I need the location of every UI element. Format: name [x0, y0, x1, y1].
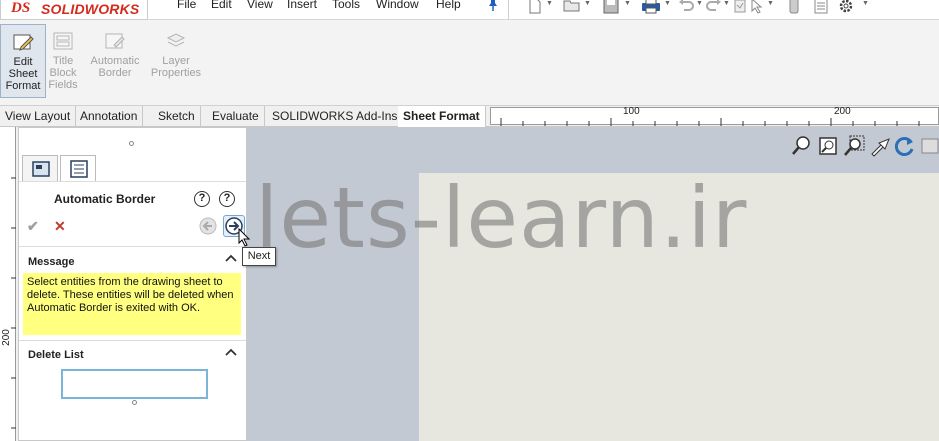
automatic-border-icon: [104, 30, 126, 52]
button-label-line: Automatic: [90, 55, 140, 67]
tab-evaluate[interactable]: Evaluate: [207, 106, 265, 127]
select-icon[interactable]: [750, 0, 764, 14]
tab-feature-manager[interactable]: [22, 155, 58, 182]
button-label-line: Layer: [162, 55, 190, 67]
button-label-line: Sheet: [8, 68, 38, 80]
cancel-button[interactable]: ✕: [54, 218, 66, 235]
list-resize-grip[interactable]: [132, 400, 137, 405]
ruler-ticks: [500, 118, 920, 126]
zoom-to-area-icon[interactable]: [817, 135, 839, 157]
pin-menu-icon[interactable]: [486, 0, 500, 15]
title-bar: DS SOLIDWORKS File Edit View Insert Tool…: [0, 0, 939, 20]
traffic-light-icon[interactable]: [789, 0, 799, 14]
menu-insert[interactable]: Insert: [287, 0, 317, 11]
button-label-line: Edit: [13, 56, 33, 68]
redo-icon[interactable]: [706, 0, 722, 14]
settings-gear-icon[interactable]: [838, 0, 854, 14]
automatic-border-button[interactable]: Automatic Border: [86, 24, 144, 98]
rebuild-icon[interactable]: [733, 0, 747, 14]
chevron-down-icon[interactable]: ▼: [862, 0, 869, 7]
open-icon[interactable]: [563, 0, 581, 14]
chevron-up-icon[interactable]: [225, 252, 237, 266]
ruler-label-200: 200: [0, 329, 12, 346]
whats-wrong-help-icon[interactable]: ?: [194, 191, 210, 207]
divider: [19, 340, 246, 341]
panel-resize-grip[interactable]: [129, 141, 134, 146]
ok-button[interactable]: ✔: [27, 218, 39, 235]
zoom-to-fit-icon[interactable]: [791, 135, 813, 157]
menu-tools[interactable]: Tools: [332, 0, 360, 11]
delete-list-section-heading[interactable]: Delete List: [28, 349, 84, 361]
message-box: Select entities from the drawing sheet t…: [23, 273, 241, 335]
chevron-down-icon[interactable]: ▼: [723, 0, 730, 7]
menu-window[interactable]: Window: [376, 0, 419, 11]
ruler-label-100: 100: [623, 106, 640, 117]
print-icon[interactable]: [641, 0, 661, 14]
pan-icon[interactable]: [869, 135, 891, 157]
more-icon[interactable]: [919, 135, 939, 157]
solidworks-logo[interactable]: DS SOLIDWORKS: [0, 0, 148, 20]
button-label-line: Properties: [150, 67, 202, 79]
layer-properties-button[interactable]: Layer Properties: [146, 24, 206, 98]
vertical-ruler: 200: [0, 127, 16, 441]
property-manager-panel: Automatic Border ? ? ✔ ✕ Message Select …: [18, 127, 247, 441]
tab-sheet-format[interactable]: Sheet Format: [398, 106, 486, 127]
chevron-down-icon[interactable]: ▼: [664, 0, 671, 7]
horizontal-ruler: 100 200: [490, 106, 939, 126]
chevron-down-icon[interactable]: ▼: [584, 0, 591, 7]
zoom-in-out-icon[interactable]: [843, 135, 865, 157]
tab-solidworks-add-ins[interactable]: SOLIDWORKS Add-Ins: [267, 106, 404, 127]
command-manager-ribbon: Edit Sheet Format Title Block Fields Aut…: [0, 20, 939, 105]
property-manager-icon: [70, 160, 88, 178]
menu-view[interactable]: View: [247, 0, 273, 11]
logo-wordmark: SOLIDWORKS: [41, 1, 140, 17]
file-properties-icon[interactable]: [814, 0, 828, 14]
layer-properties-icon: [165, 30, 187, 52]
ruler-label-200: 200: [834, 106, 851, 117]
chevron-down-icon[interactable]: ▼: [767, 0, 774, 7]
save-icon[interactable]: [603, 0, 619, 14]
button-label-line: Fields: [48, 79, 78, 91]
button-label-line: Block: [49, 67, 77, 79]
title-block-fields-icon: [52, 30, 74, 52]
menu-edit[interactable]: Edit: [211, 0, 232, 11]
tab-property-manager[interactable]: [60, 155, 96, 182]
watermark: lets-learn.ir: [255, 169, 748, 267]
edit-sheet-format-icon: [12, 31, 34, 53]
menu-help[interactable]: Help: [436, 0, 461, 11]
tab-view-layout[interactable]: View Layout: [0, 106, 77, 127]
divider: [19, 181, 246, 182]
logo-ds-mark: DS: [11, 0, 31, 16]
previous-button[interactable]: [199, 217, 217, 235]
arrow-left-icon: [199, 217, 217, 235]
divider: [19, 246, 246, 247]
mouse-cursor-icon: [237, 227, 251, 251]
menu-file[interactable]: File: [177, 0, 196, 11]
message-section-heading[interactable]: Message: [28, 256, 74, 268]
tab-annotation[interactable]: Annotation: [75, 106, 144, 127]
chevron-down-icon[interactable]: ▼: [546, 0, 553, 7]
title-block-fields-button[interactable]: Title Block Fields: [40, 24, 86, 98]
chevron-up-icon[interactable]: [225, 346, 237, 360]
delete-list-selection-box[interactable]: [61, 369, 208, 399]
button-label-line: Title: [52, 55, 74, 67]
property-manager-title: Automatic Border: [54, 192, 156, 206]
chevron-down-icon[interactable]: ▼: [696, 0, 703, 7]
undo-icon[interactable]: [678, 0, 694, 14]
tab-sketch[interactable]: Sketch: [153, 106, 201, 127]
ruler-ticks: [11, 177, 16, 429]
feature-manager-icon: [32, 161, 50, 177]
button-label-line: Format: [5, 80, 41, 92]
new-document-icon[interactable]: [528, 0, 542, 14]
button-label-line: Border: [98, 67, 132, 79]
toolbar-divider: [508, 0, 509, 20]
chevron-down-icon[interactable]: ▼: [624, 0, 631, 7]
help-icon[interactable]: ?: [219, 191, 235, 207]
rotate-icon[interactable]: [893, 135, 915, 157]
